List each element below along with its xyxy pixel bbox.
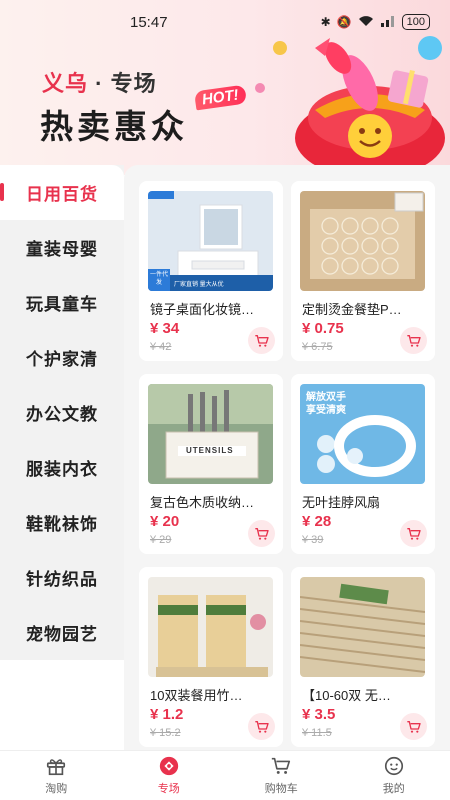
product-image: 一件代发 厂家直销 量大从优 <box>148 191 273 291</box>
sidebar-item-kids-baby[interactable]: 童装母婴 <box>0 220 124 275</box>
nav-label: 淘购 <box>45 783 68 795</box>
nav-item-profile[interactable]: 我的 <box>338 751 450 800</box>
product-tag: 一件代发 <box>149 272 168 286</box>
nav-label: 购物车 <box>264 783 298 795</box>
product-image: 解放双手 享受清爽 <box>300 384 425 484</box>
product-name: 复古色木质收纳… <box>150 495 255 510</box>
product-card[interactable]: 一件代发 厂家直销 量大从优 镜子桌面化妆镜… ¥ 34 ¥ 42 <box>139 181 283 361</box>
sidebar-item-textiles[interactable]: 针纺织品 <box>0 550 124 605</box>
sidebar-item-pets-garden[interactable]: 宠物园艺 <box>0 605 124 660</box>
product-name: 【10-60双 无… <box>302 688 391 703</box>
product-original-price: ¥ 39 <box>302 534 324 546</box>
nav-label: 我的 <box>382 783 405 795</box>
cart-icon <box>406 334 421 347</box>
product-name: 镜子桌面化妆镜… <box>150 302 255 317</box>
product-image-caption: 厂家直销 量大从优 <box>174 282 224 288</box>
product-image-text: UTENSILS <box>186 446 234 455</box>
product-original-price: ¥ 29 <box>150 534 172 546</box>
product-price: ¥ 0.75 <box>302 320 344 337</box>
sidebar-item-daily-goods[interactable]: 日用百货 <box>0 165 124 220</box>
add-to-cart-button[interactable] <box>248 713 275 740</box>
product-image: UTENSILS <box>148 384 273 484</box>
header-banner: 15:47 ✱ 🔕 100 义乌 · 专场 热卖惠众 HOT! <box>0 0 450 175</box>
sidebar-item-personal-care[interactable]: 个护家清 <box>0 330 124 385</box>
product-price: ¥ 1.2 <box>150 706 184 723</box>
product-card[interactable]: UTENSILS 复古色木质收纳… ¥ 20 ¥ 29 <box>139 374 283 554</box>
product-image <box>300 191 425 291</box>
banner-city: 义乌 <box>42 71 89 96</box>
gift-bag-illustration <box>255 36 445 168</box>
add-to-cart-button[interactable] <box>248 327 275 354</box>
product-price: ¥ 34 <box>150 320 180 337</box>
cart-icon <box>254 334 269 347</box>
nav-item-taogou[interactable]: 淘购 <box>0 751 113 800</box>
add-to-cart-button[interactable] <box>400 713 427 740</box>
product-card[interactable]: 【10-60双 无… ¥ 3.5 ¥ 11.5 <box>291 567 435 747</box>
cart-icon <box>254 527 269 540</box>
product-price: ¥ 20 <box>150 513 180 530</box>
add-to-cart-button[interactable] <box>400 327 427 354</box>
gift-icon <box>44 755 68 777</box>
product-name: 无叶挂脖风扇 <box>302 495 381 510</box>
sidebar-item-shoes[interactable]: 鞋靴袜饰 <box>0 495 124 550</box>
sidebar-item-clothing[interactable]: 服装内衣 <box>0 440 124 495</box>
add-to-cart-button[interactable] <box>400 520 427 547</box>
profile-icon <box>382 755 406 777</box>
product-original-price: ¥ 11.5 <box>302 727 332 739</box>
product-original-price: ¥ 42 <box>150 341 172 353</box>
bottom-nav: 淘购 专场 购物车 我的 <box>0 750 450 800</box>
nav-item-cart[interactable]: 购物车 <box>225 751 338 800</box>
product-card[interactable]: 解放双手 享受清爽 无叶挂脖风扇 ¥ 28 ¥ 39 <box>291 374 435 554</box>
cart-icon <box>406 720 421 733</box>
product-price: ¥ 28 <box>302 513 332 530</box>
product-card[interactable]: 定制烫金餐垫P… ¥ 0.75 ¥ 6.75 <box>291 181 435 361</box>
cart-icon <box>254 720 269 733</box>
cart-icon <box>269 755 293 777</box>
banner-dot: · <box>95 71 104 96</box>
product-image-text: 享受清爽 <box>306 405 346 416</box>
sidebar-item-office[interactable]: 办公文教 <box>0 385 124 440</box>
product-original-price: ¥ 15.2 <box>150 727 181 739</box>
product-image <box>300 577 425 677</box>
product-image <box>148 577 273 677</box>
status-time: 15:47 <box>130 13 168 31</box>
product-name: 定制烫金餐垫P… <box>302 302 402 317</box>
product-original-price: ¥ 6.75 <box>302 341 333 353</box>
banner-subtitle-rest: 专场 <box>110 71 157 96</box>
add-to-cart-button[interactable] <box>248 520 275 547</box>
product-card[interactable]: 10双装餐用竹… ¥ 1.2 ¥ 15.2 <box>139 567 283 747</box>
banner-title: 热卖惠众 <box>40 108 188 145</box>
banner-subtitle: 义乌 · 专场 <box>42 66 157 98</box>
nav-label: 专场 <box>157 783 180 795</box>
cart-icon <box>406 527 421 540</box>
sidebar-item-toys[interactable]: 玩具童车 <box>0 275 124 330</box>
special-icon <box>157 755 181 777</box>
product-name: 10双装餐用竹… <box>150 688 243 703</box>
nav-item-special[interactable]: 专场 <box>113 751 226 800</box>
product-price: ¥ 3.5 <box>302 706 336 723</box>
